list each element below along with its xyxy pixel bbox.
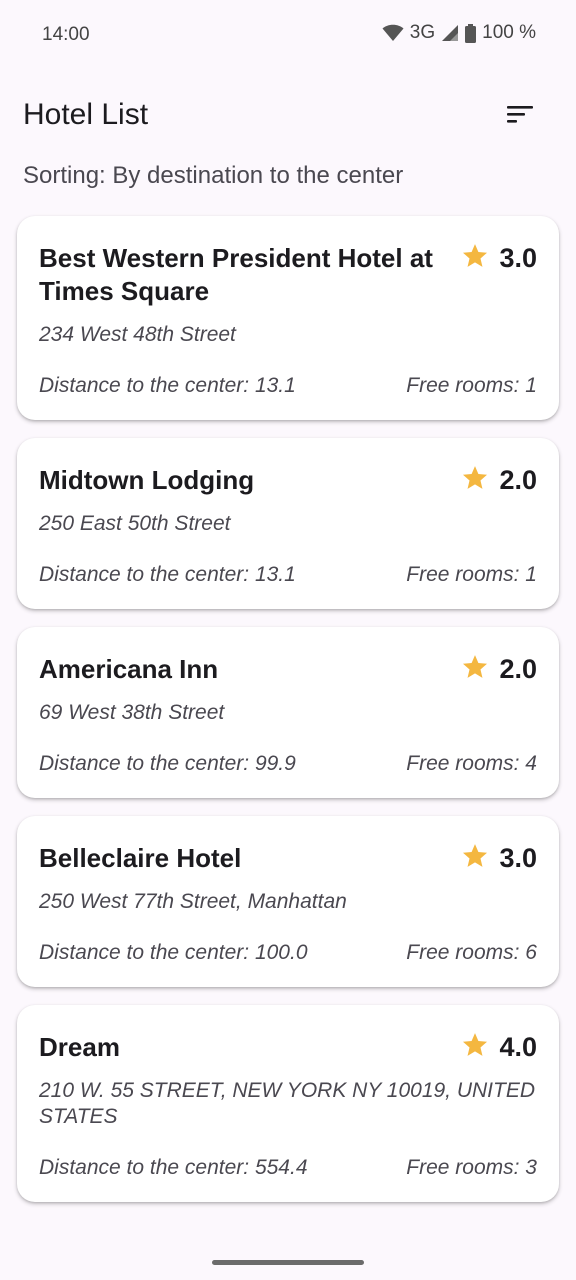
star-icon bbox=[461, 242, 489, 275]
hotel-card-footer: Distance to the center: 13.1 Free rooms: … bbox=[39, 374, 537, 398]
battery-icon bbox=[465, 23, 477, 43]
free-rooms: Free rooms: 6 bbox=[406, 941, 537, 964]
hotel-card-header: Best Western President Hotel at Times Sq… bbox=[39, 242, 537, 308]
navigation-handle[interactable] bbox=[212, 1260, 364, 1265]
hotel-card[interactable]: Midtown Lodging 2.0 250 East 50th Street Di… bbox=[17, 438, 559, 609]
hotel-card-footer: Distance to the center: 554.4 Free rooms:… bbox=[39, 1156, 537, 1180]
hotel-card-header: Dream 4.0 bbox=[39, 1031, 537, 1064]
sort-button[interactable] bbox=[500, 96, 540, 136]
hotel-address: 69 West 38th Street bbox=[39, 701, 225, 724]
hotel-name: Americana Inn bbox=[39, 654, 219, 684]
hotel-address: 210 W. 55 STREET, NEW YORK NY 10019, UNI… bbox=[39, 1079, 536, 1128]
app-bar: Hotel List bbox=[0, 80, 576, 152]
status-indicators: 3G 100 % bbox=[382, 22, 536, 44]
rating-value: 4.0 bbox=[499, 1032, 537, 1062]
hotel-rating: 2.0 bbox=[461, 653, 537, 686]
distance-to-center: Distance to the center: 13.1 bbox=[39, 563, 296, 586]
distance-to-center: Distance to the center: 554.4 bbox=[39, 1156, 308, 1179]
hotel-address: 234 West 48th Street bbox=[39, 323, 236, 346]
hotel-card[interactable]: Belleclaire Hotel 3.0 250 West 77th Street… bbox=[17, 816, 559, 987]
hotel-rating: 3.0 bbox=[461, 842, 537, 875]
star-icon bbox=[461, 464, 489, 497]
hotel-rating: 2.0 bbox=[461, 464, 537, 497]
star-icon bbox=[461, 1031, 489, 1064]
free-rooms: Free rooms: 3 bbox=[406, 1156, 537, 1179]
rating-value: 3.0 bbox=[499, 243, 537, 273]
star-icon bbox=[461, 842, 489, 875]
free-rooms: Free rooms: 1 bbox=[406, 374, 537, 397]
hotel-name: Belleclaire Hotel bbox=[39, 843, 242, 873]
hotel-card[interactable]: Americana Inn 2.0 69 West 38th Street Dista… bbox=[17, 627, 559, 798]
sort-icon bbox=[506, 104, 534, 129]
hotel-name: Best Western President Hotel at Times Sq… bbox=[39, 243, 433, 306]
distance-to-center: Distance to the center: 100.0 bbox=[39, 941, 308, 964]
status-time: 14:00 bbox=[42, 24, 90, 45]
hotel-card-header: Belleclaire Hotel 3.0 bbox=[39, 842, 537, 875]
star-icon bbox=[461, 653, 489, 686]
hotel-card[interactable]: Dream 4.0 210 W. 55 STREET, NEW YORK NY 10… bbox=[17, 1005, 559, 1202]
distance-to-center: Distance to the center: 13.1 bbox=[39, 374, 296, 397]
battery-level: 100 % bbox=[482, 22, 536, 43]
free-rooms: Free rooms: 4 bbox=[406, 752, 537, 775]
wifi-icon bbox=[382, 24, 404, 42]
status-bar: 14:00 3G 100 % bbox=[0, 0, 576, 70]
hotel-rating: 4.0 bbox=[461, 1031, 537, 1064]
hotel-name: Dream bbox=[39, 1032, 120, 1062]
sorting-label: Sorting: By destination to the center bbox=[23, 162, 404, 189]
hotel-card-footer: Distance to the center: 13.1 Free rooms: … bbox=[39, 563, 537, 587]
hotel-card-footer: Distance to the center: 99.9 Free rooms: … bbox=[39, 752, 537, 776]
page-title: Hotel List bbox=[23, 98, 149, 131]
free-rooms: Free rooms: 1 bbox=[406, 563, 537, 586]
hotel-address: 250 West 77th Street, Manhattan bbox=[39, 890, 347, 913]
hotel-card-header: Midtown Lodging 2.0 bbox=[39, 464, 537, 497]
hotel-card-footer: Distance to the center: 100.0 Free rooms:… bbox=[39, 941, 537, 965]
hotel-card-header: Americana Inn 2.0 bbox=[39, 653, 537, 686]
hotel-name: Midtown Lodging bbox=[39, 465, 255, 495]
distance-to-center: Distance to the center: 99.9 bbox=[39, 752, 296, 775]
hotel-card[interactable]: Best Western President Hotel at Times Sq… bbox=[17, 216, 559, 420]
cell-signal-icon bbox=[441, 24, 459, 42]
rating-value: 2.0 bbox=[499, 465, 537, 495]
rating-value: 3.0 bbox=[499, 843, 537, 873]
hotel-list: Best Western President Hotel at Times Sq… bbox=[17, 216, 559, 1220]
hotel-rating: 3.0 bbox=[461, 242, 537, 275]
network-type: 3G bbox=[409, 22, 436, 43]
hotel-address: 250 East 50th Street bbox=[39, 512, 231, 535]
rating-value: 2.0 bbox=[499, 654, 537, 684]
